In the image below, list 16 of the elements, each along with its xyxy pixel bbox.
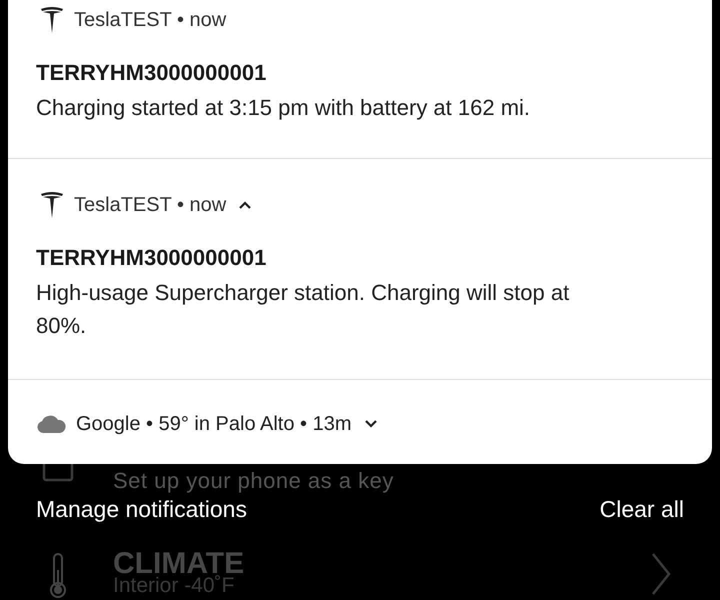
caret-up-icon[interactable]	[238, 200, 252, 210]
notification-title: TERRYHM3000000001	[36, 60, 268, 86]
clear-all-button[interactable]: Clear all	[600, 496, 684, 522]
manage-notifications-button[interactable]: Manage notifications	[36, 496, 247, 522]
notification-title: TERRYHM3000000001	[36, 245, 268, 271]
setting-label: Set up your phone as a key	[113, 469, 394, 493]
notification-message: Charging started at 3:15 pm with battery at 162 mi.	[36, 94, 532, 122]
cloud-icon	[36, 415, 66, 433]
notification-message: High-usage Supercharger station. Charging will stop at 80%.	[36, 279, 570, 340]
thermometer-icon	[48, 552, 68, 600]
notification-header: Google • 59° in Palo Alto • 13m	[76, 412, 352, 436]
chevron-right-icon	[650, 552, 672, 596]
climate-subtitle: Interior -40˚F	[113, 574, 234, 598]
caret-down-icon[interactable]	[364, 419, 378, 429]
notification-header: TeslaTEST • now	[74, 8, 226, 32]
notification-header: TeslaTEST • now	[74, 194, 226, 216]
